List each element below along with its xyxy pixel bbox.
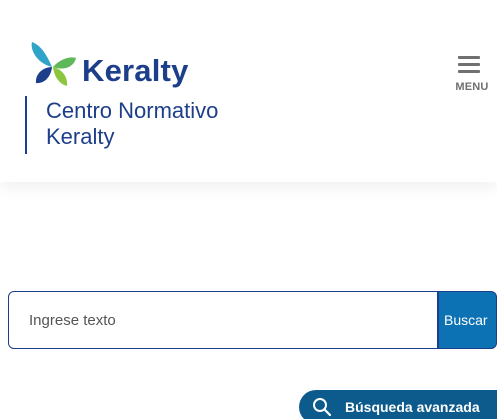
advanced-search-button[interactable]: Búsqueda avanzada — [299, 390, 497, 419]
site-header: Keralty Centro Normativo Keralty MENU — [0, 0, 497, 182]
search-button[interactable]: Buscar — [438, 291, 497, 349]
butterfly-logo-icon — [31, 42, 76, 86]
menu-button[interactable]: MENU — [448, 54, 492, 98]
search-icon — [313, 398, 332, 417]
site-title-divider — [25, 96, 27, 154]
search-input[interactable] — [8, 291, 438, 349]
search-form: Buscar — [8, 291, 497, 351]
advanced-search-label: Búsqueda avanzada — [345, 399, 480, 415]
page: Keralty Centro Normativo Keralty MENU Bu… — [0, 0, 497, 419]
menu-label: MENU — [455, 81, 489, 93]
site-title-line-2: Keralty — [46, 124, 115, 149]
site-title: Centro Normativo Keralty — [46, 98, 218, 150]
keralty-logo[interactable]: Keralty — [30, 40, 230, 90]
logo-text: Keralty — [82, 53, 189, 88]
site-title-line-1: Centro Normativo — [46, 98, 219, 123]
hamburger-menu-icon — [458, 54, 480, 76]
